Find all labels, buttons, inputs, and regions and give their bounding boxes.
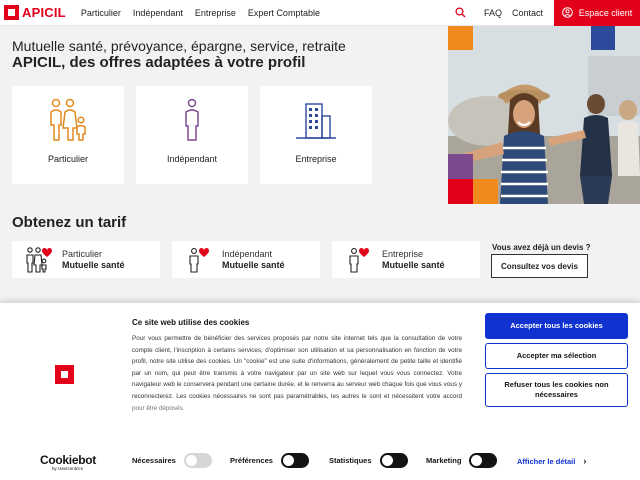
- tarif-card-line1: Indépendant: [222, 248, 273, 259]
- tarif-card-particulier[interactable]: Particulier Mutuelle santé: [12, 241, 160, 278]
- tarif-card-line1: Particulier: [62, 248, 103, 259]
- hero-photo: [448, 26, 640, 204]
- toggle-statistiques: Statistiques: [329, 453, 408, 468]
- logo-mark: [4, 5, 19, 20]
- tarif-card-line2: Mutuelle santé: [382, 259, 445, 270]
- nav-item-entreprise[interactable]: Entreprise: [195, 8, 236, 18]
- toggle-switch-necessaires: [183, 453, 212, 468]
- toggle-label: Marketing: [426, 456, 462, 465]
- user-icon: [561, 7, 573, 18]
- cookiebot-logo[interactable]: Cookiebot by Usercentrics: [40, 453, 96, 471]
- tarif-section: Obtenez un tarif Particulier Mutuelle sa…: [0, 204, 640, 300]
- nav-item-independant[interactable]: Indépendant: [133, 8, 183, 18]
- toggle-label: Nécessaires: [132, 456, 176, 465]
- contact-link[interactable]: Contact: [512, 8, 543, 18]
- profile-card-entreprise[interactable]: Entreprise: [260, 86, 372, 184]
- decor-square-orange-2: [473, 179, 498, 204]
- tarif-card-entreprise[interactable]: Entreprise Mutuelle santé: [332, 241, 480, 278]
- tarif-card-line1: Entreprise: [382, 248, 424, 259]
- building-icon: [294, 98, 338, 142]
- tarif-title: Obtenez un tarif: [12, 214, 127, 231]
- tarif-card-independant[interactable]: Indépendant Mutuelle santé: [172, 241, 320, 278]
- espace-client-label: Espace client: [578, 7, 633, 18]
- main-nav: Particulier Indépendant Entreprise Exper…: [81, 8, 332, 18]
- profile-card-independant[interactable]: Indépendant: [136, 86, 248, 184]
- afficher-detail-label: Afficher le détail: [517, 456, 576, 466]
- espace-client-button[interactable]: Espace client: [554, 0, 640, 26]
- cookie-body-fade: [132, 401, 462, 425]
- person-heart-icon: [180, 246, 218, 274]
- decor-square-red: [448, 179, 473, 204]
- toggle-label: Statistiques: [329, 456, 372, 465]
- profile-card-label: Entreprise: [295, 154, 337, 164]
- consultez-devis-button[interactable]: Consultez vos devis: [491, 254, 588, 278]
- hero-subtitle: APICIL, des offres adaptées à votre prof…: [12, 54, 306, 71]
- tarif-card-line2: Mutuelle santé: [222, 259, 285, 270]
- toggle-switch-marketing[interactable]: [469, 453, 498, 468]
- person-icon: [182, 98, 202, 142]
- apicil-logo[interactable]: APICIL: [4, 5, 66, 20]
- refuse-cookies-button[interactable]: Refuser tous les cookies non nécessaires: [485, 373, 628, 407]
- search-icon[interactable]: [448, 0, 474, 26]
- family-heart-icon: [20, 246, 58, 274]
- faq-link[interactable]: FAQ: [484, 8, 502, 18]
- profile-card-label: Particulier: [47, 154, 88, 164]
- toggle-preferences: Préférences: [230, 453, 309, 468]
- cookie-title: Ce site web utilise des cookies: [132, 318, 250, 327]
- toggle-switch-statistiques[interactable]: [379, 453, 408, 468]
- toggle-label: Préférences: [230, 456, 273, 465]
- toggle-switch-preferences[interactable]: [280, 453, 309, 468]
- decor-square-purple: [448, 154, 473, 180]
- decor-square-orange: [448, 26, 473, 50]
- accept-all-cookies-button[interactable]: Accepter tous les cookies: [485, 313, 628, 339]
- accept-selection-button[interactable]: Accepter ma sélection: [485, 343, 628, 369]
- decor-square-blue: [591, 26, 615, 50]
- chevron-right-icon: ›: [583, 456, 587, 466]
- profile-card-particulier[interactable]: Particulier: [12, 86, 124, 184]
- nav-item-expert-comptable[interactable]: Expert Comptable: [248, 8, 320, 18]
- nav-item-particulier[interactable]: Particulier: [81, 8, 121, 18]
- header-actions: FAQ Contact Espace client: [448, 0, 640, 26]
- devis-question: Vous avez déjà un devis ?: [492, 243, 591, 252]
- top-header: APICIL Particulier Indépendant Entrepris…: [0, 0, 640, 26]
- logo-text: APICIL: [22, 5, 66, 20]
- toggle-marketing: Marketing: [426, 453, 498, 468]
- apicil-logo-mark: [55, 365, 74, 384]
- hero-photo-illustration: [448, 26, 640, 204]
- cookiebot-brand: Cookiebot: [40, 453, 96, 467]
- toggle-necessaires: Nécessaires: [132, 453, 212, 468]
- afficher-detail-link[interactable]: Afficher le détail ›: [517, 456, 586, 466]
- tarif-card-line2: Mutuelle santé: [62, 259, 125, 270]
- cookie-banner: Ce site web utilise des cookies Pour vou…: [0, 303, 640, 480]
- family-icon: [46, 98, 90, 142]
- profile-card-label: Indépendant: [166, 154, 218, 164]
- person-heart-icon: [340, 246, 378, 274]
